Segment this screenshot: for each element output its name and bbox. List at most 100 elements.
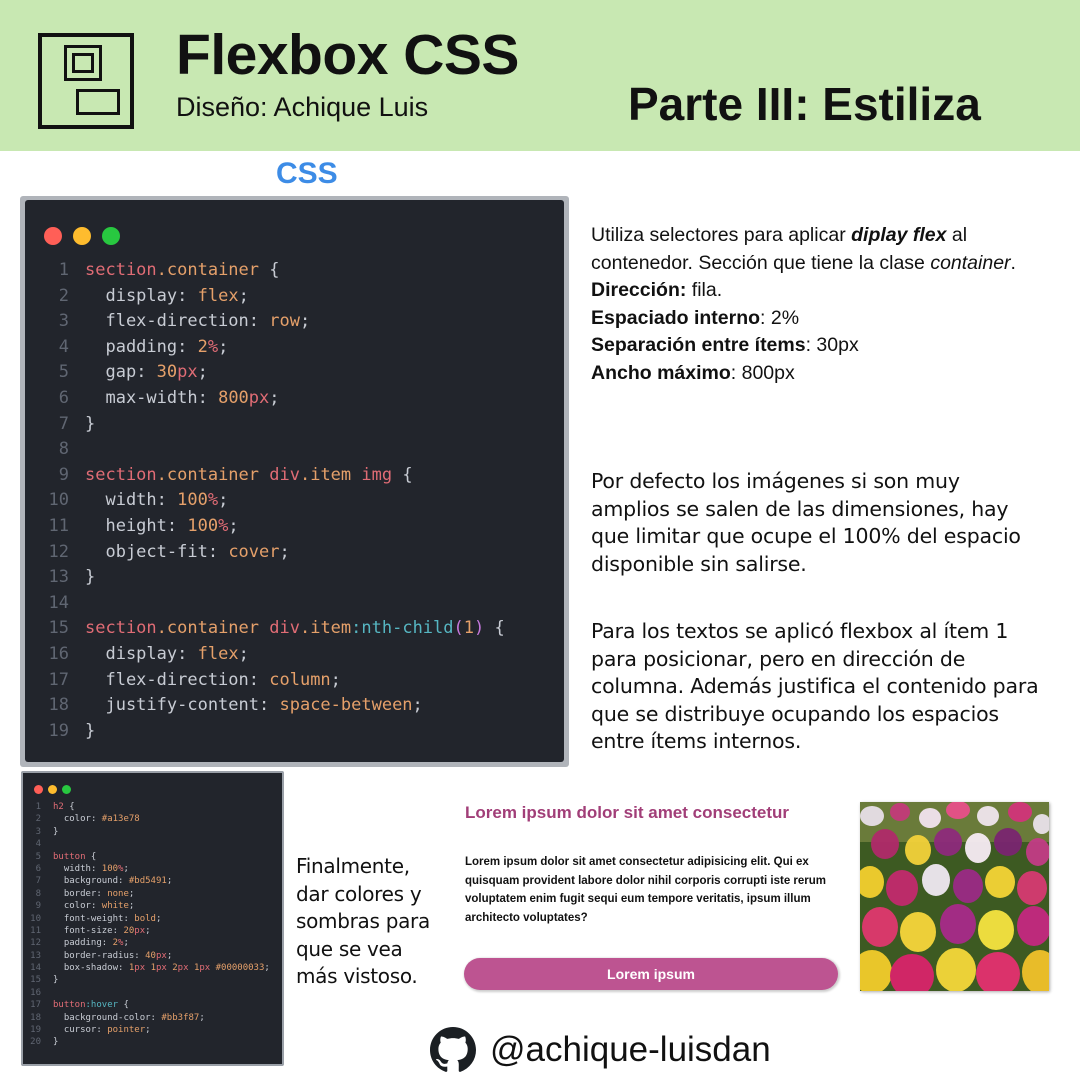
code-line: 10 width: 100%; (25, 488, 564, 514)
code-line: 13 border-radius: 40px; (23, 950, 282, 962)
code-token: ; (166, 876, 173, 887)
code-token: .container (156, 464, 260, 485)
line-number: 2 (35, 814, 41, 825)
explanation-class-name: container (930, 251, 1011, 274)
code-line: 3} (23, 826, 282, 838)
code-line: 5 button { (23, 851, 282, 863)
line-number: 13 (30, 950, 41, 961)
code-token: ; (123, 863, 129, 874)
code-line: 12 padding: 2%; (23, 937, 282, 949)
line-number: 6 (35, 863, 41, 874)
code-window-frame: 1 section.container {2 display: flex; 3 fl… (20, 196, 569, 767)
line-number: 19 (48, 720, 69, 741)
code-text: width: 100%; (85, 488, 228, 514)
code-text: section.container { (85, 258, 280, 284)
code-line: 2 display: flex; (25, 284, 564, 310)
code-token: % (207, 336, 219, 357)
code-text: color: white; (53, 900, 134, 912)
code-token: #00000033 (215, 963, 265, 974)
code-token: 2 (197, 336, 208, 357)
code-token: #bd5491 (128, 876, 167, 887)
max-width-value: : 800px (730, 361, 795, 384)
code-line: 9 section.container div.item img { (25, 463, 564, 489)
code-line: 20} (23, 1036, 282, 1048)
code-token: box-shadow (53, 963, 119, 974)
line-number: 6 (58, 387, 69, 408)
code-text: padding: 2%; (85, 335, 228, 361)
demo-button[interactable]: Lorem ipsum (464, 958, 838, 990)
author-handle[interactable]: @achique-luisdan (490, 1030, 771, 1070)
code-token: width (53, 863, 91, 874)
line-number: 17 (48, 669, 69, 690)
line-number: 14 (48, 592, 69, 613)
code-text: } (85, 719, 95, 745)
code-line: 8 (25, 437, 564, 463)
code-text: flex-direction: column; (85, 668, 340, 694)
code-token: : (112, 925, 124, 936)
code-token: : (96, 1025, 108, 1036)
code-token: { (392, 464, 413, 485)
close-dot-icon (44, 227, 62, 245)
code-line: 10 font-weight: bold; (23, 913, 282, 925)
code-token: border (53, 888, 97, 899)
code-text: box-shadow: 1px 1px 2px 1px #00000033; (53, 962, 270, 974)
code-token: justify-content (85, 695, 259, 716)
code-line: 7 background: #bd5491; (23, 875, 282, 887)
line-number: 7 (58, 413, 69, 434)
line-number: 15 (30, 975, 41, 986)
code-token: : (101, 938, 113, 949)
code-text: gap: 30px; (85, 360, 207, 386)
max-width-label: Ancho máximo (591, 361, 731, 384)
line-number: 10 (30, 913, 41, 924)
line-number: 17 (30, 1000, 41, 1011)
demo-paragraph: Lorem ipsum dolor sit amet consectetur a… (465, 856, 827, 924)
explanation-item-one: Para los textos se aplicó flexbox al íte… (591, 619, 1039, 753)
line-number: 16 (48, 643, 69, 664)
code-token: border-radius (53, 950, 135, 961)
code-token: px (177, 963, 194, 974)
code-token: ; (155, 913, 162, 924)
code-line: 4 (23, 838, 282, 850)
line-number: 18 (30, 1012, 41, 1023)
line-number: 12 (48, 541, 69, 562)
code-token: ; (238, 643, 249, 664)
maximize-dot-icon (102, 227, 120, 245)
code-token: none (107, 888, 129, 899)
code-token: : (248, 311, 270, 332)
code-text: } (53, 1036, 58, 1048)
line-number: 18 (48, 695, 69, 716)
code-line: 5 gap: 30px; (25, 360, 564, 386)
code-text: height: 100%; (85, 514, 238, 540)
code-token: { (118, 1000, 129, 1011)
code-token: flex (197, 643, 239, 664)
code-token: px (199, 963, 216, 974)
code-token: 20 (123, 925, 135, 936)
code-token: : (118, 876, 129, 887)
code-token: } (85, 720, 96, 741)
code-token: ) (474, 618, 485, 639)
code-text: border: none; (53, 888, 134, 900)
code-token: div (259, 464, 300, 485)
header-banner: Flexbox CSS Diseño: Achique Luis Parte I… (0, 0, 1080, 151)
code-line: 11 height: 100%; (25, 514, 564, 540)
line-number: 11 (48, 515, 69, 536)
code-text: button { (53, 851, 96, 863)
code-token: ; (199, 1012, 205, 1023)
code-text: padding: 2%; (53, 937, 129, 949)
code-text: } (85, 565, 95, 591)
code-token: : (134, 950, 146, 961)
line-number: 4 (58, 336, 69, 357)
code-line: 7} (25, 412, 564, 438)
code-token: height (85, 515, 167, 536)
section-label: CSS (276, 157, 338, 190)
line-number: 9 (35, 901, 41, 912)
code-token: max-width (85, 387, 198, 408)
code-token: color (53, 814, 91, 825)
code-token: { (259, 260, 280, 280)
code-text: cursor: pointer; (53, 1024, 151, 1036)
code-line: 19 cursor: pointer; (23, 1024, 282, 1036)
line-number: 4 (35, 839, 41, 850)
code-token: { (63, 802, 75, 812)
code-text: section.container div.item:nth-child(1) … (85, 616, 505, 642)
code-line: 9 color: white; (23, 900, 282, 912)
